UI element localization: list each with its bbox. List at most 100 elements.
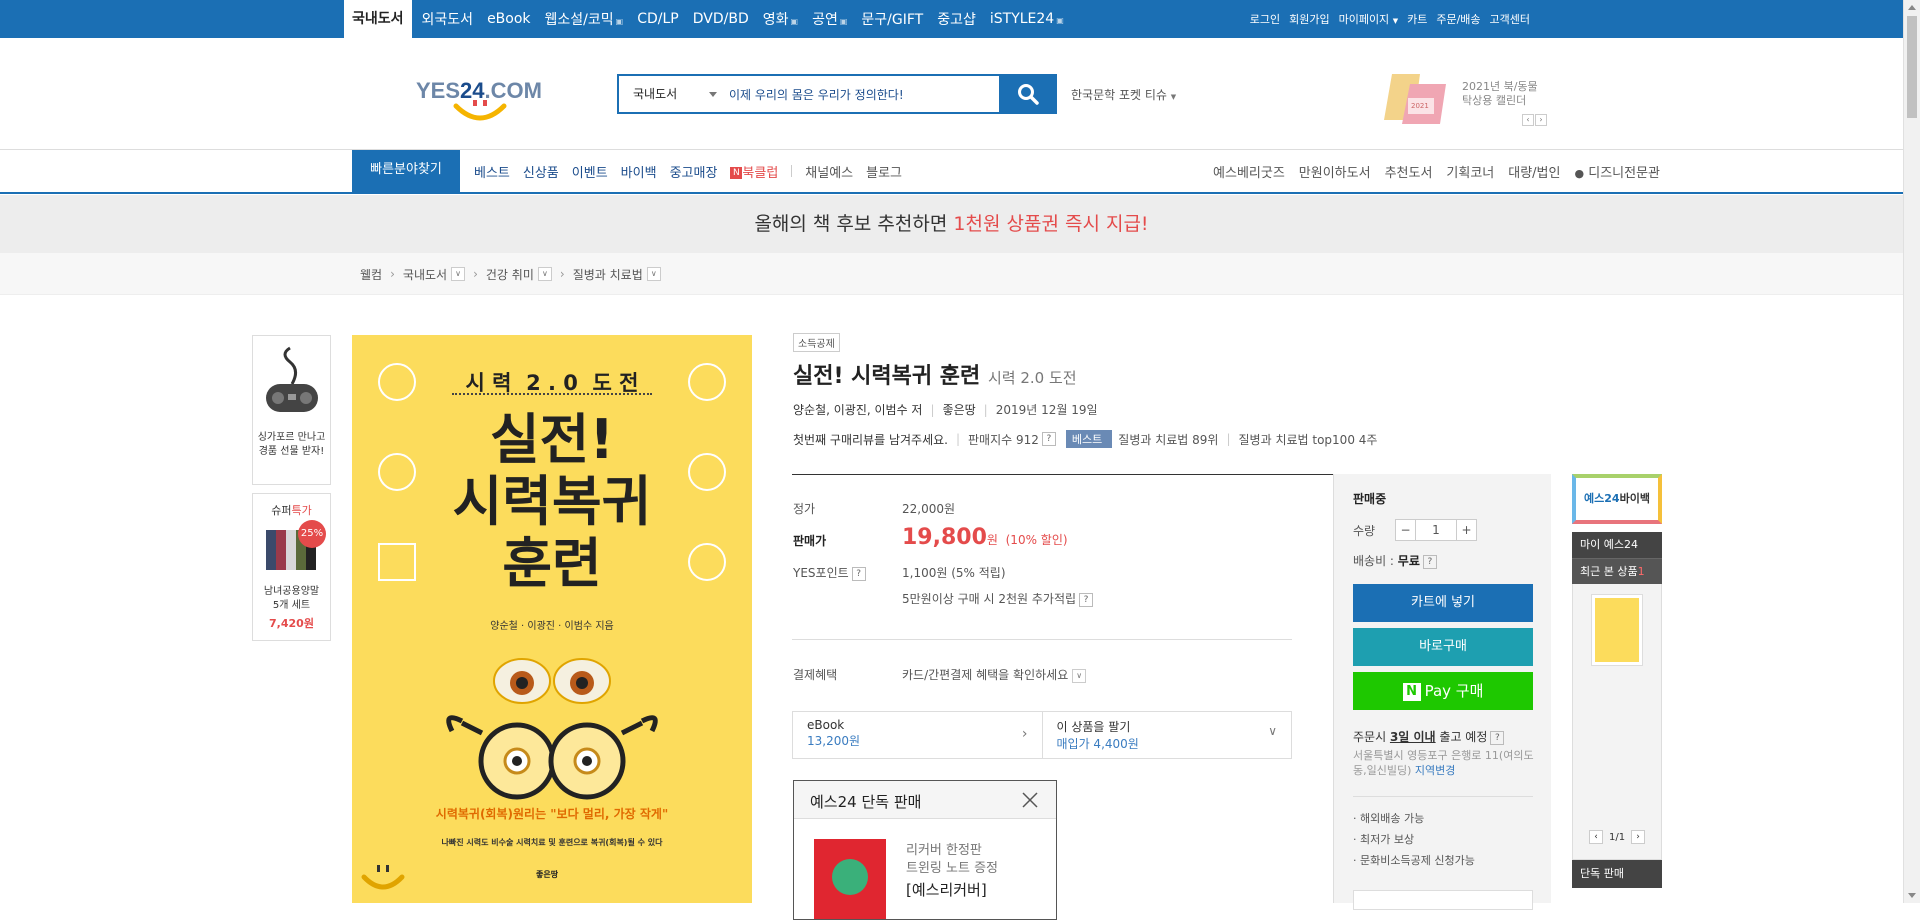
login-link[interactable]: 로그인 — [1250, 11, 1280, 27]
main-nav-right: 예스베리굿즈 만원이하도서 추천도서 기획코너 대량/법인 ● 디즈니전문관 — [1199, 150, 1660, 192]
banner-highlight: 1천원 상품권 즉시 지급! — [953, 213, 1149, 235]
payment-label: 결제혜택 — [793, 668, 838, 682]
super-deal-card[interactable]: 슈퍼특가 25% 남녀공용양말 5개 세트 7,420원 — [252, 493, 331, 641]
tab-istyle24[interactable]: iSTYLE24 ▣ — [990, 11, 1064, 27]
support-link[interactable]: 고객센터 — [1490, 11, 1530, 27]
recent-count: 1 — [1637, 565, 1645, 578]
help-icon[interactable]: ? — [1041, 432, 1056, 446]
calendar-ad[interactable]: 2021 2021년 북/동물 탁상용 캘린더 ‹ › — [1380, 64, 1550, 134]
breadcrumb-items: 웰컴 › 국내도서 ∨ › 건강 취미 ∨ › 질병과 치료법 ∨ — [360, 253, 661, 295]
help-icon[interactable]: ? — [1422, 554, 1437, 569]
tab-domestic-books[interactable]: 국내도서 — [344, 0, 412, 38]
help-icon[interactable]: ? — [851, 566, 866, 581]
tab-performance[interactable]: 공연 ▣ — [812, 9, 847, 29]
ad-next-button[interactable]: › — [1535, 114, 1547, 126]
tab-gift[interactable]: 문구/GIFT — [861, 9, 923, 29]
nav-channelyes[interactable]: 채널예스 — [805, 162, 853, 181]
nav-bulk[interactable]: 대량/법인 — [1508, 162, 1560, 181]
breadcrumb-health[interactable]: 건강 취미 — [486, 266, 534, 283]
product-authors[interactable]: 양순철, 이광진, 이범수 저 — [793, 403, 922, 417]
shipping-info: 배송비 : 무료? — [1353, 552, 1437, 569]
qty-minus-button[interactable]: − — [1396, 520, 1416, 540]
main-nav-left: 베스트 신상품 이벤트 바이백 중고매장 N 북클럽 채널예스 블로그 — [474, 150, 915, 192]
buy-now-button[interactable]: 바로구매 — [1353, 628, 1533, 666]
nav-disney[interactable]: ● 디즈니전문관 — [1574, 162, 1660, 181]
search-keyword[interactable]: 한국문학 포켓 티슈 ▼ — [1071, 86, 1176, 103]
chevron-down-icon[interactable]: ∨ — [537, 267, 552, 281]
sale-price-label: 판매가 — [793, 534, 827, 548]
nav-bookclub[interactable]: N 북클럽 — [730, 162, 778, 181]
nav-special-corner[interactable]: 기획코너 — [1446, 162, 1494, 181]
add-to-cart-button[interactable]: 카트에 넣기 — [1353, 584, 1533, 622]
mypage-link[interactable]: 마이페이지 ▼ — [1339, 11, 1399, 27]
nav-under-10000[interactable]: 만원이하도서 — [1299, 162, 1371, 181]
header: YES24.COM 국내도서 한국문학 포켓 티슈 ▼ 2021 2021년 북… — [0, 38, 1903, 150]
nav-blog[interactable]: 블로그 — [866, 162, 902, 181]
tax-deduction-tag: 소득공제 — [793, 333, 840, 352]
nav-goods[interactable]: 예스베리굿즈 — [1213, 162, 1285, 181]
page-scrollbar[interactable] — [1903, 0, 1920, 903]
product-stats: 첫번째 구매리뷰를 남겨주세요. | 판매지수 912? 베스트 질병과 치료법… — [793, 430, 1377, 448]
chevron-down-icon[interactable]: ∨ — [646, 267, 661, 281]
nav-buyback[interactable]: 바이백 — [621, 162, 657, 181]
recent-item-thumbnail — [1595, 598, 1639, 662]
qty-value[interactable]: 1 — [1416, 520, 1456, 540]
tab-dvdbd[interactable]: DVD/BD — [693, 11, 749, 27]
breadcrumb-home[interactable]: 웰컴 — [360, 266, 382, 283]
breadcrumb-disease[interactable]: 질병과 치료법 — [573, 266, 643, 283]
tab-webnovel[interactable]: 웹소설/코믹 ▣ — [545, 9, 624, 29]
scroll-up-icon[interactable] — [1908, 5, 1916, 10]
tab-webnovel-label: 웹소설/코믹 — [544, 12, 614, 28]
scroll-down-icon[interactable] — [1908, 893, 1916, 898]
nav-disney-label: 디즈니전문관 — [1588, 165, 1660, 181]
cart-link[interactable]: 카트 — [1407, 11, 1427, 27]
signup-link[interactable]: 회원가입 — [1289, 11, 1329, 27]
quick-category-button[interactable]: 빠른분야찾기 — [352, 150, 460, 194]
review-link[interactable]: 첫번째 구매리뷰를 남겨주세요. — [793, 431, 948, 448]
tab-ebook[interactable]: eBook — [487, 11, 530, 27]
nav-event[interactable]: 이벤트 — [572, 162, 608, 181]
book-cover[interactable]: 시 력 2 . 0 도 전 실전! 시력복귀 훈련 양순철 · 이광진 · 이범… — [352, 335, 752, 903]
scrollbar-thumb[interactable] — [1907, 16, 1917, 118]
search-button[interactable] — [999, 74, 1057, 114]
recent-item[interactable] — [1591, 594, 1643, 666]
deal-price: 7,420원 — [269, 617, 314, 630]
tab-cdlp[interactable]: CD/LP — [637, 11, 679, 27]
nav-best[interactable]: 베스트 — [474, 162, 510, 181]
ebook-option[interactable]: eBook 13,200원 › — [793, 712, 1043, 758]
chevron-down-icon[interactable]: ∨ — [451, 267, 466, 281]
banner-text: 올해의 책 후보 추천하면 — [754, 213, 954, 235]
best-rank[interactable]: 질병과 치료법 89위 — [1118, 431, 1218, 448]
tab-used[interactable]: 중고샵 — [937, 9, 976, 29]
my-yes24-link[interactable]: 마이 예스24 — [1572, 532, 1662, 558]
nav-recommended[interactable]: 추천도서 — [1385, 162, 1433, 181]
npay-button[interactable]: N Pay 구매 — [1353, 672, 1533, 710]
tab-movie[interactable]: 영화 ▣ — [763, 9, 798, 29]
change-region-link[interactable]: 지역변경 — [1415, 764, 1455, 777]
recent-prev-button[interactable]: ‹ — [1589, 830, 1603, 844]
search-category-select[interactable]: 국내도서 — [619, 76, 729, 112]
help-icon[interactable]: ? — [1490, 730, 1505, 745]
list-price-label: 정가 — [793, 502, 816, 516]
buyback-banner[interactable]: 예스24바이백 — [1572, 474, 1662, 524]
breadcrumb-domestic[interactable]: 국내도서 — [403, 266, 447, 283]
sell-option[interactable]: 이 상품을 팔기 매입가 4,400원 ∨ — [1043, 712, 1292, 758]
nav-used-store[interactable]: 중고매장 — [670, 162, 718, 181]
promo-banner[interactable]: 올해의 책 후보 추천하면 1천원 상품권 즉시 지급! — [0, 195, 1903, 253]
close-icon[interactable] — [1022, 792, 1038, 808]
recent-next-button[interactable]: › — [1631, 830, 1646, 844]
order-link[interactable]: 주문/배송 — [1436, 11, 1480, 27]
exclusive-sale-link[interactable]: 단독 판매 — [1572, 860, 1662, 888]
recent-page: 1/1 — [1609, 831, 1626, 843]
nav-new[interactable]: 신상품 — [523, 162, 559, 181]
help-icon[interactable]: ? — [1079, 592, 1094, 607]
ad-prev-button[interactable]: ‹ — [1522, 114, 1534, 126]
product-publisher[interactable]: 좋은땅 — [943, 403, 976, 417]
tab-foreign-books[interactable]: 외국도서 — [422, 9, 474, 29]
promo-card[interactable]: 싱가포르 만나고 경품 선물 받자! — [252, 335, 331, 485]
qty-plus-button[interactable]: + — [1456, 520, 1476, 540]
cover-title-line1: 실전! — [490, 408, 614, 471]
payment-benefit[interactable]: 카드/간편결제 혜택을 확인하세요 ∨ — [902, 666, 1087, 683]
tab-performance-label: 공연 — [812, 12, 838, 28]
search-input[interactable] — [729, 76, 999, 112]
